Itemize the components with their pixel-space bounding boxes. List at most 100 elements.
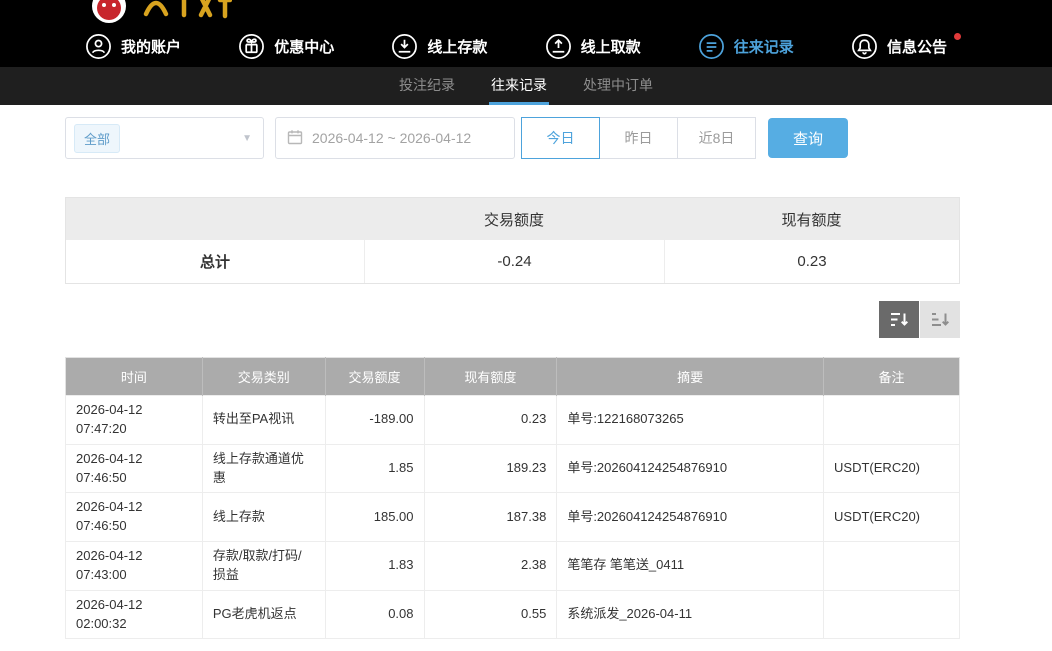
cell-amount: -189.00 [325,396,424,445]
site-logo[interactable] [88,0,232,26]
cell-amount: 1.83 [325,542,424,591]
table-row: 2026-04-12 07:47:20 转出至PA视讯 -189.00 0.23… [66,396,960,445]
bell-icon [851,33,878,60]
nav-label: 线上存款 [427,36,487,57]
records-table: 时间 交易类别 交易额度 现有额度 摘要 备注 2026-04-12 07:47… [65,357,960,639]
col-header-amount: 交易额度 [325,358,424,396]
summary-header: 交易额度 现有额度 [66,198,959,240]
cell-remarks: USDT(ERC20) [824,493,960,542]
logo-wordmark-icon [140,0,232,22]
table-header-row: 时间 交易类别 交易额度 现有额度 摘要 备注 [66,358,960,396]
chevron-down-icon: ▼ [242,133,252,144]
calendar-icon [287,129,303,148]
tab-label: 处理中订单 [583,75,653,95]
yesterday-button[interactable]: 昨日 [599,117,678,159]
summary-table: 交易额度 现有额度 总计 -0.24 0.23 [65,197,960,284]
cell-remarks [824,396,960,445]
user-icon [85,33,112,60]
summary-body: 总计 -0.24 0.23 [66,240,959,283]
button-label: 近8日 [699,128,735,148]
nav-label: 往来记录 [734,36,794,57]
nav-item-promotions[interactable]: 优惠中心 [238,33,334,60]
cell-type: 转出至PA视讯 [202,396,325,445]
sort-controls [65,301,960,338]
cell-summary: 单号:202604124254876910 [557,493,824,542]
tab-label: 往来记录 [491,75,547,95]
today-button[interactable]: 今日 [521,117,600,159]
filter-row: 全部 ▼ 2026-04-12 ~ 2026-04-12 今日 昨日 近8日 查… [65,117,1052,159]
nav-label: 优惠中心 [274,36,334,57]
summary-total-label: 总计 [66,240,364,283]
col-header-summary: 摘要 [557,358,824,396]
nav-label: 我的账户 [121,36,181,57]
cell-summary: 笔笔存 笔笔送_0411 [557,542,824,591]
gift-icon [238,33,265,60]
main-nav: 我的账户 优惠中心 线上存款 [85,25,947,67]
cell-time: 2026-04-12 07:46:50 [66,493,203,542]
cell-time: 2026-04-12 07:47:20 [66,396,203,445]
cell-balance: 2.38 [424,542,557,591]
notification-dot [954,33,961,40]
col-header-balance: 现有额度 [424,358,557,396]
cell-remarks [824,542,960,591]
tab-betting-records[interactable]: 投注纪录 [397,67,457,105]
cell-time: 2026-04-12 07:46:50 [66,444,203,493]
col-header-remarks: 备注 [824,358,960,396]
cell-balance: 187.38 [424,493,557,542]
table-row: 2026-04-12 07:46:50 线上存款通道优惠 1.85 189.23… [66,444,960,493]
type-select[interactable]: 全部 ▼ [65,117,264,159]
cell-remarks [824,590,960,639]
tab-label: 投注纪录 [399,75,455,95]
button-label: 昨日 [625,128,653,148]
sort-ascending-button[interactable] [920,301,960,338]
table-row: 2026-04-12 07:46:50 线上存款 185.00 187.38 单… [66,493,960,542]
nav-label: 信息公告 [887,36,947,57]
summary-header-balance: 现有额度 [664,198,959,240]
last-8-days-button[interactable]: 近8日 [677,117,756,159]
tab-transaction-records[interactable]: 往来记录 [489,67,549,105]
nav-item-withdrawal[interactable]: 线上取款 [545,33,641,60]
sub-nav: 投注纪录 往来记录 处理中订单 [0,67,1052,105]
nav-item-announcements[interactable]: 信息公告 [851,33,947,60]
search-button[interactable]: 查询 [768,118,848,158]
summary-balance-total: 0.23 [664,240,959,283]
summary-transaction-total: -0.24 [364,240,664,283]
nav-label: 线上取款 [581,36,641,57]
cell-balance: 189.23 [424,444,557,493]
summary-header-transaction: 交易额度 [364,198,664,240]
mascot-logo-icon [88,0,130,26]
cell-amount: 1.85 [325,444,424,493]
cell-type: 存款/取款/打码/损益 [202,542,325,591]
cell-amount: 0.08 [325,590,424,639]
cell-summary: 系统派发_2026-04-11 [557,590,824,639]
cell-time: 2026-04-12 07:43:00 [66,542,203,591]
summary-header-empty [66,198,364,240]
withdraw-icon [545,33,572,60]
tab-processing-orders[interactable]: 处理中订单 [581,67,655,105]
cell-type: 线上存款 [202,493,325,542]
cell-balance: 0.23 [424,396,557,445]
nav-item-deposit[interactable]: 线上存款 [391,33,487,60]
date-range-value: 2026-04-12 ~ 2026-04-12 [312,130,471,146]
top-header: 我的账户 优惠中心 线上存款 [0,0,1052,67]
cell-summary: 单号:122168073265 [557,396,824,445]
type-select-value: 全部 [74,124,120,153]
table-row: 2026-04-12 02:00:32 PG老虎机返点 0.08 0.55 系统… [66,590,960,639]
cell-type: PG老虎机返点 [202,590,325,639]
records-icon [698,33,725,60]
date-range-input[interactable]: 2026-04-12 ~ 2026-04-12 [275,117,515,159]
cell-type: 线上存款通道优惠 [202,444,325,493]
table-row: 2026-04-12 07:43:00 存款/取款/打码/损益 1.83 2.3… [66,542,960,591]
nav-item-my-account[interactable]: 我的账户 [85,33,181,60]
quick-date-group: 今日 昨日 近8日 [522,117,756,159]
cell-amount: 185.00 [325,493,424,542]
cell-remarks: USDT(ERC20) [824,444,960,493]
cell-time: 2026-04-12 02:00:32 [66,590,203,639]
deposit-icon [391,33,418,60]
col-header-time: 时间 [66,358,203,396]
sort-descending-button[interactable] [879,301,919,338]
cell-balance: 0.55 [424,590,557,639]
nav-item-records[interactable]: 往来记录 [698,33,794,60]
col-header-type: 交易类别 [202,358,325,396]
cell-summary: 单号:202604124254876910 [557,444,824,493]
